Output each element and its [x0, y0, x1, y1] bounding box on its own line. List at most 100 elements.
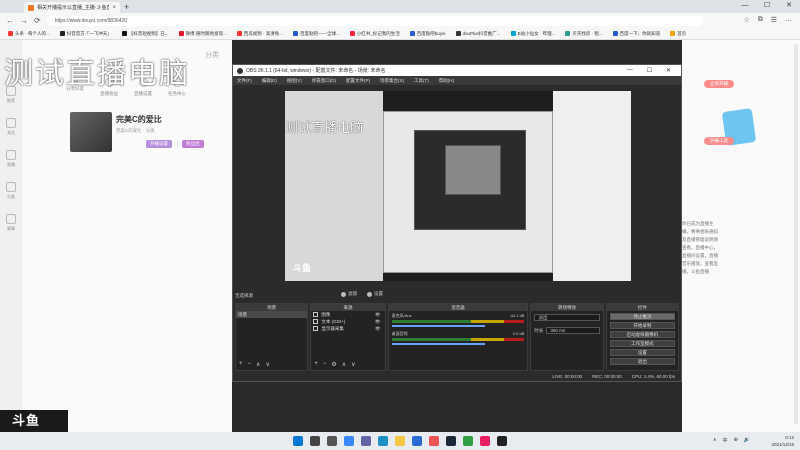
avatar[interactable] [70, 112, 112, 152]
obs-minimize-button[interactable]: — [627, 67, 633, 74]
minimize-button[interactable]: — [734, 0, 756, 12]
volume-icon[interactable]: 🔊 [744, 437, 750, 444]
obs-menu-item[interactable]: 视图(V) [287, 78, 302, 84]
browser-icon[interactable] [429, 436, 439, 446]
app2-icon[interactable] [480, 436, 490, 446]
volume-slider[interactable] [391, 325, 485, 327]
windows-icon[interactable] [293, 436, 303, 446]
bookmark-item[interactable]: 百度一下，你就知道 [612, 31, 660, 37]
eye-icon[interactable]: 👁 [375, 325, 381, 332]
edge-icon[interactable] [378, 436, 388, 446]
nav-icon[interactable] [6, 214, 16, 224]
search-icon[interactable] [310, 436, 320, 446]
obs-menu-item[interactable]: 场景集合(S) [380, 78, 404, 84]
virtual-camera-button[interactable]: 启动虚拟摄像机 [609, 331, 675, 338]
explorer-icon[interactable] [395, 436, 405, 446]
nav-label: 直播 [7, 162, 15, 167]
nav-category[interactable]: 分类 [205, 50, 219, 60]
move-up-icon[interactable]: ∧ [256, 361, 260, 368]
eye-icon[interactable]: 👁 [375, 318, 381, 325]
obs-menu-item[interactable]: 编辑(E) [262, 78, 277, 84]
bookmark-item[interactable]: 西瓜视频 · 高清免... [236, 31, 283, 37]
duration-input[interactable]: 300 ms [546, 327, 600, 334]
transition-type-select[interactable]: 淡出 [534, 314, 600, 321]
start-live-button[interactable]: 立即开播 [704, 80, 734, 88]
obs-maximize-button[interactable]: ☐ [647, 67, 652, 74]
volume-slider[interactable] [391, 343, 485, 345]
tray-expand-icon[interactable]: ∧ [713, 437, 717, 444]
collections-icon[interactable]: ⧉ [758, 16, 763, 24]
exit-button[interactable]: 退出 [609, 358, 675, 365]
bookmark-item[interactable]: B站小仙女 · 哔哩... [510, 31, 555, 37]
start-recording-button[interactable]: 开始录制 [609, 322, 675, 329]
clock-date: 2021/12/19 [771, 442, 794, 447]
move-down-icon[interactable]: ∨ [265, 361, 269, 368]
clock[interactable]: 0:12 2021/12/19 [771, 434, 794, 448]
obs-close-button[interactable]: ✕ [666, 67, 671, 74]
move-up-icon[interactable]: ∧ [342, 361, 346, 368]
obs-preview[interactable]: 测试直播电脑 斗鱼 [285, 91, 631, 281]
remove-icon[interactable]: − [323, 361, 327, 368]
mixer-dock: 混音器 麦克风/Aux -34.1 dB 桌面音频 0.0 dB [387, 303, 529, 371]
app-icon[interactable] [463, 436, 473, 446]
live-tools-button[interactable]: 开播工具 [704, 137, 734, 145]
favorite-icon[interactable]: ☆ [743, 16, 749, 24]
tab-close-icon[interactable]: × [112, 5, 116, 11]
back-button[interactable]: ← [6, 16, 14, 25]
settings-button[interactable]: 设置 [609, 349, 675, 356]
source-item[interactable]: 显示器采集 👁 [311, 325, 384, 332]
nav-icon[interactable] [6, 150, 16, 160]
eye-icon[interactable]: 👁 [375, 311, 381, 318]
source-item[interactable]: 图像 👁 [311, 311, 384, 318]
bookmark-item[interactable]: 抖音官方「一飞冲天」 [59, 31, 112, 37]
scene-item[interactable]: 场景 [236, 311, 308, 318]
bookmark-item[interactable]: 小红书_标记我的生活 [349, 31, 400, 37]
bookmark-favicon-icon [178, 31, 184, 36]
close-window-button[interactable]: ✕ [778, 0, 800, 12]
forward-button[interactable]: → [20, 16, 28, 25]
obs-menu-item[interactable]: 配置文件(P) [346, 78, 370, 84]
steam-icon[interactable] [446, 436, 456, 446]
nav-icon[interactable] [6, 118, 16, 128]
url-bar[interactable]: https://www.douyu.com/9836420 [46, 15, 704, 26]
remove-icon[interactable]: − [248, 361, 252, 368]
network-icon[interactable]: ⊕ [734, 437, 738, 444]
more-icon[interactable]: … [785, 16, 792, 24]
bookmark-item[interactable]: 百度贴吧buyin [409, 31, 446, 37]
obs-menu-item[interactable]: 帮助(H) [439, 78, 454, 84]
taskview-icon[interactable] [327, 436, 337, 446]
new-tab-button[interactable]: + [124, 2, 129, 13]
source-item[interactable]: 文本 (GDI+) 👁 [311, 318, 384, 325]
obs-icon[interactable] [497, 436, 507, 446]
browser-tab[interactable]: 相关开播提示以直播_主播·斗鱼直播 × [24, 2, 120, 13]
stop-streaming-button[interactable]: 停止推流 [609, 313, 675, 320]
filters-tab[interactable]: 滤镜 [341, 291, 357, 297]
settings-tab[interactable]: 设置 [367, 291, 383, 297]
bookmark-item[interactable]: 贝壳找房 · 租... [565, 31, 603, 37]
widgets-icon[interactable] [344, 436, 354, 446]
maximize-button[interactable]: ☐ [756, 0, 778, 12]
add-icon[interactable]: + [239, 361, 243, 368]
obs-menu-item[interactable]: 工具(T) [414, 78, 429, 84]
chat-icon[interactable] [361, 436, 371, 446]
bookmark-item[interactable]: 头条 · 每个人的... [8, 31, 50, 37]
gear-icon[interactable]: ⚙ [331, 361, 336, 368]
fan-club-button[interactable]: 粉丝团 [182, 140, 204, 148]
reload-button[interactable]: ⟳ [34, 16, 41, 25]
move-down-icon[interactable]: ∨ [351, 361, 355, 368]
bookmark-item[interactable]: 【抖音短视频】已... [121, 31, 169, 37]
store-icon[interactable] [412, 436, 422, 446]
studio-mode-button[interactable]: 工作室模式 [609, 340, 675, 347]
page-scrollbar[interactable] [794, 44, 798, 424]
bookmark-item[interactable]: douPlus抖音推广... [455, 31, 501, 37]
add-icon[interactable]: + [314, 361, 318, 368]
bookmark-item[interactable]: 百度贴吧——全球... [293, 31, 340, 37]
obs-menu-item[interactable]: 文件(F) [237, 78, 252, 84]
nav-icon[interactable] [6, 182, 16, 192]
stream-settings-button[interactable]: 开播设置 [146, 140, 172, 148]
bookmark-item[interactable]: 首页 [670, 31, 686, 37]
bookmark-item[interactable]: 微博·随时随地发现... [178, 31, 227, 37]
ime-icon[interactable]: 中 [723, 437, 728, 444]
menu-icon[interactable]: ☰ [771, 16, 777, 24]
obs-menu-item[interactable]: 停靠窗口(D) [312, 78, 336, 84]
